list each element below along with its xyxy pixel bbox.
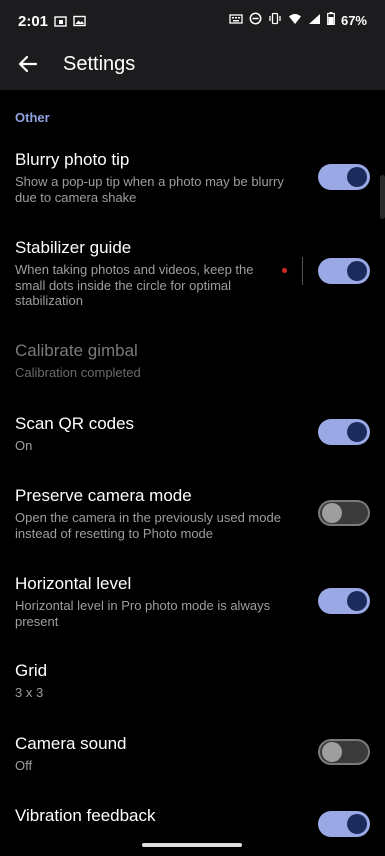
setting-stabilizer-guide[interactable]: Stabilizer guide When taking photos and … (0, 233, 385, 313)
setting-subtitle: Open the camera in the previously used m… (15, 510, 281, 541)
setting-subtitle: Calibration completed (15, 365, 141, 380)
back-button[interactable] (14, 52, 42, 80)
setting-title: Stabilizer guide (15, 238, 132, 257)
battery-icon (327, 12, 335, 28)
vertical-divider (302, 257, 303, 285)
setting-blurry-photo-tip[interactable]: Blurry photo tip Show a pop-up tip when … (0, 145, 385, 215)
home-indicator[interactable] (142, 843, 242, 847)
new-badge-dot (282, 268, 287, 273)
keyboard-icon (229, 13, 243, 28)
calendar-icon (54, 14, 67, 32)
setting-title: Camera sound (15, 734, 127, 753)
stabilizer-guide-toggle[interactable] (318, 258, 370, 284)
horizontal-level-toggle[interactable] (318, 588, 370, 614)
setting-grid[interactable]: Grid 3 x 3 (0, 656, 385, 706)
app-bar: Settings (0, 44, 385, 90)
setting-subtitle: When taking photos and videos, keep the … (15, 262, 254, 308)
setting-title: Grid (15, 661, 48, 680)
toggle-knob (322, 742, 342, 762)
camera-sound-toggle[interactable] (318, 739, 370, 765)
setting-title: Horizontal level (15, 574, 132, 593)
setting-horizontal-level[interactable]: Horizontal level Horizontal level in Pro… (0, 569, 385, 639)
vibrate-icon (268, 12, 282, 28)
status-left-icons (54, 14, 86, 32)
setting-title: Calibrate gimbal (15, 341, 138, 360)
toggle-knob (347, 591, 367, 611)
section-header: Other (15, 110, 50, 125)
scan-qr-codes-toggle[interactable] (318, 419, 370, 445)
setting-title: Scan QR codes (15, 414, 135, 433)
vibration-feedback-toggle[interactable] (318, 811, 370, 837)
image-icon (73, 14, 86, 32)
toggle-knob (347, 261, 367, 281)
blurry-photo-tip-toggle[interactable] (318, 164, 370, 190)
setting-title: Preserve camera mode (15, 486, 192, 505)
setting-scan-qr-codes[interactable]: Scan QR codes On (0, 409, 385, 459)
setting-vibration-feedback[interactable]: Vibration feedback (0, 801, 385, 856)
preserve-camera-mode-toggle[interactable] (318, 500, 370, 526)
setting-subtitle: Show a pop-up tip when a photo may be bl… (15, 174, 284, 205)
setting-calibrate-gimbal: Calibrate gimbal Calibration completed (0, 336, 385, 386)
toggle-knob (347, 814, 367, 834)
scrollbar-handle[interactable] (380, 175, 385, 219)
setting-subtitle: 3 x 3 (15, 685, 44, 700)
page-title: Settings (63, 53, 136, 75)
setting-subtitle: On (15, 438, 33, 453)
status-bar: 2:01 67% (0, 0, 385, 44)
setting-camera-sound[interactable]: Camera sound Off (0, 729, 385, 779)
toggle-knob (347, 167, 367, 187)
wifi-icon (288, 13, 302, 28)
toggle-knob (347, 422, 367, 442)
dnd-icon (249, 12, 262, 28)
arrow-left-icon (18, 55, 38, 78)
setting-preserve-camera-mode[interactable]: Preserve camera mode Open the camera in … (0, 481, 385, 551)
setting-title: Blurry photo tip (15, 150, 130, 169)
setting-subtitle: Horizontal level in Pro photo mode is al… (15, 598, 271, 629)
status-right: 67% (229, 12, 367, 28)
setting-subtitle: Off (15, 758, 33, 773)
setting-title: Vibration feedback (15, 806, 156, 825)
battery-percent: 67% (340, 12, 367, 28)
signal-icon (308, 13, 321, 28)
status-time: 2:01 (18, 13, 49, 30)
toggle-knob (322, 503, 342, 523)
